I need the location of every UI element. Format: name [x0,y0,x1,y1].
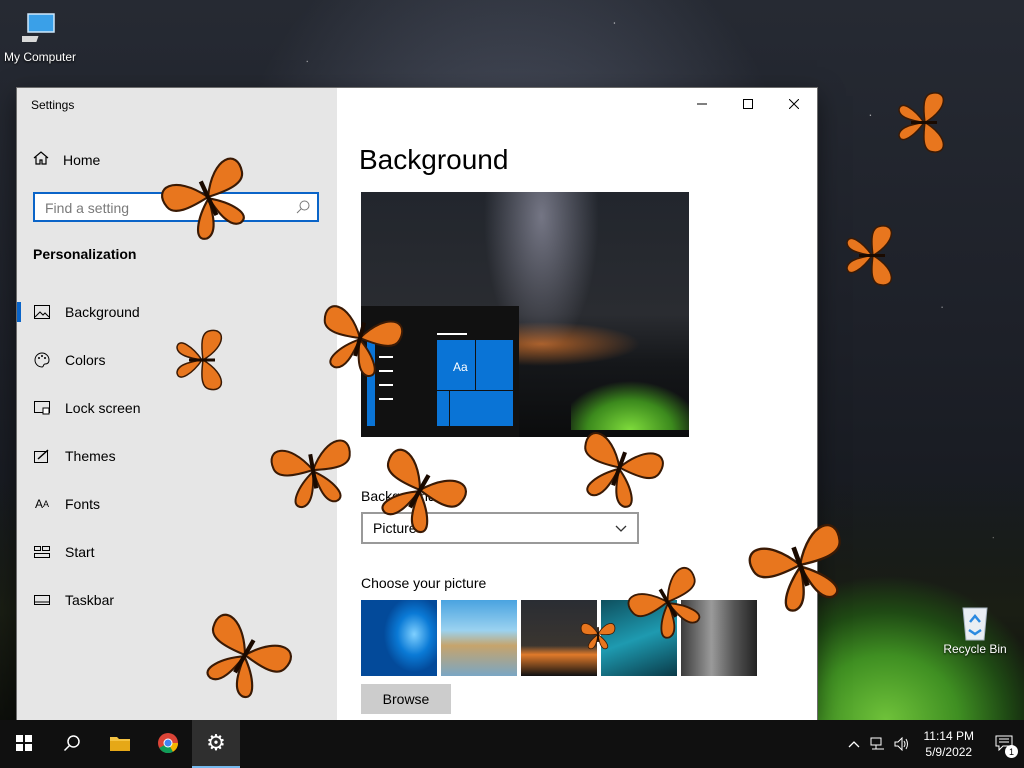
chrome-icon [157,732,179,757]
sidebar-item-lock-screen[interactable]: Lock screen [17,384,337,432]
chevron-down-icon [615,520,627,536]
settings-window: Settings Home Personalization Background… [17,88,817,720]
start-button[interactable] [0,720,48,768]
preview-tile-text: Aa [453,360,468,374]
picture-thumbnail[interactable] [601,600,677,676]
sidebar-item-themes[interactable]: Themes [17,432,337,480]
sidebar-item-label: Background [65,304,140,320]
settings-nav: Background Colors Lock screen Themes AA … [17,288,337,624]
lock-screen-icon [33,400,51,416]
sidebar-item-colors[interactable]: Colors [17,336,337,384]
settings-content: Background Aa Background Picture Choose … [337,88,817,720]
preview-tent [571,360,689,430]
section-heading: Personalization [33,246,137,262]
sidebar-item-label: Themes [65,448,116,464]
settings-sidebar: Settings Home Personalization Background… [17,88,337,720]
themes-icon [33,448,51,464]
notification-count-badge: 1 [1005,745,1018,758]
sidebar-item-label: Lock screen [65,400,141,416]
taskbar-clock[interactable]: 11:14 PM 5/9/2022 [914,728,984,760]
start-icon [33,544,51,560]
volume-icon[interactable] [890,737,914,751]
sidebar-item-background[interactable]: Background [17,288,337,336]
choose-picture-label: Choose your picture [361,575,487,591]
background-type-dropdown[interactable]: Picture [361,512,639,544]
home-label: Home [63,151,101,168]
clock-date: 5/9/2022 [925,745,973,759]
home-link[interactable]: Home [33,150,100,169]
search-icon [295,199,311,218]
chrome-button[interactable] [144,720,192,768]
search-input[interactable] [35,194,287,222]
desktop-icon-my-computer[interactable]: My Computer [0,10,80,64]
chevron-up-icon[interactable] [842,740,866,748]
search-icon [63,734,81,755]
picture-thumbnail[interactable] [521,600,597,676]
fonts-icon: AA [34,497,50,511]
computer-icon [14,10,58,46]
background-preview: Aa [361,192,689,437]
sidebar-item-label: Taskbar [65,592,115,608]
picture-icon [33,304,51,320]
browse-button[interactable]: Browse [361,684,451,714]
clock-time: 11:14 PM [923,729,974,743]
home-icon [33,150,49,169]
picture-thumbnails [361,600,757,676]
settings-taskbar-button[interactable]: ⚙ [192,720,240,768]
file-explorer-button[interactable] [96,720,144,768]
system-tray: 11:14 PM 5/9/2022 1 [842,720,1024,768]
page-title: Background [359,144,509,175]
desktop-icon-recycle-bin[interactable]: Recycle Bin [935,602,1015,656]
search-box[interactable] [33,192,319,222]
picture-thumbnail[interactable] [441,600,517,676]
background-type-label: Background [361,488,436,504]
picture-thumbnail[interactable] [361,600,437,676]
butterfly-icon [898,92,945,153]
preview-tile: Aa [437,340,513,426]
taskbar-search-button[interactable] [48,720,96,768]
settings-icon: ⚙ [206,730,226,755]
desktop-icon-label: Recycle Bin [943,642,1007,656]
file-explorer-icon [109,734,131,755]
palette-icon [33,352,51,368]
dropdown-value: Picture [373,520,417,536]
taskbar-icon [33,592,51,608]
network-icon[interactable] [866,737,890,751]
sidebar-item-label: Colors [65,352,106,368]
sidebar-item-fonts[interactable]: AA Fonts [17,480,337,528]
sidebar-item-label: Start [65,544,95,560]
butterfly-icon [846,225,893,286]
picture-thumbnail[interactable] [681,600,757,676]
recycle-bin-icon [957,602,993,641]
windows-logo-icon [16,734,32,754]
desktop-icon-label: My Computer [3,50,77,64]
preview-start-menu: Aa [361,306,519,437]
window-title: Settings [31,98,75,112]
sidebar-item-taskbar[interactable]: Taskbar [17,576,337,624]
action-center-button[interactable]: 1 [984,720,1024,768]
sidebar-item-label: Fonts [65,496,101,512]
taskbar: ⚙ 11:14 PM 5/9/2022 1 [0,720,1024,768]
sidebar-item-start[interactable]: Start [17,528,337,576]
